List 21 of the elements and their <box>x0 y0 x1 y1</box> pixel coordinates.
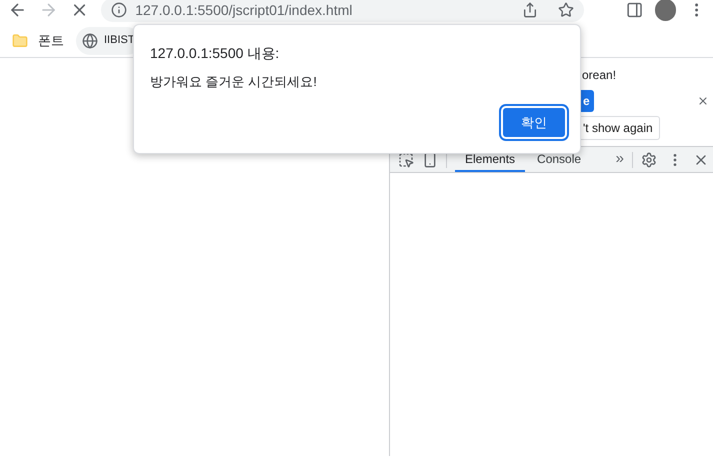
info-icon[interactable] <box>111 2 128 18</box>
settings-icon[interactable] <box>641 152 657 168</box>
side-panel-icon[interactable] <box>626 1 643 19</box>
folder-icon <box>12 32 28 48</box>
profile-avatar[interactable] <box>654 0 676 21</box>
globe-icon <box>82 32 98 48</box>
address-bar[interactable]: 127.0.0.1:5500/jscript01/index.html <box>101 0 584 22</box>
dialog-message: 방가워요 즐거운 시간되세요! <box>150 73 317 91</box>
devtools-tab[interactable]: Console <box>533 147 586 172</box>
bookmark-folder[interactable]: 폰트 <box>10 28 66 54</box>
more-tabs-button[interactable]: » <box>616 148 624 171</box>
banner-text: orean! <box>582 67 616 84</box>
share-icon[interactable] <box>522 2 538 18</box>
star-icon[interactable] <box>558 2 574 18</box>
url-text: 127.0.0.1:5500/jscript01/index.html <box>135 0 354 20</box>
primary-button[interactable]: e <box>581 90 594 112</box>
close-icon[interactable] <box>697 95 709 107</box>
device-icon[interactable] <box>422 152 438 168</box>
inspect-icon[interactable] <box>398 152 414 168</box>
dialog-title: 127.0.0.1:5500 내용: <box>150 44 280 63</box>
ok-button[interactable]: 확인 <box>502 107 566 138</box>
